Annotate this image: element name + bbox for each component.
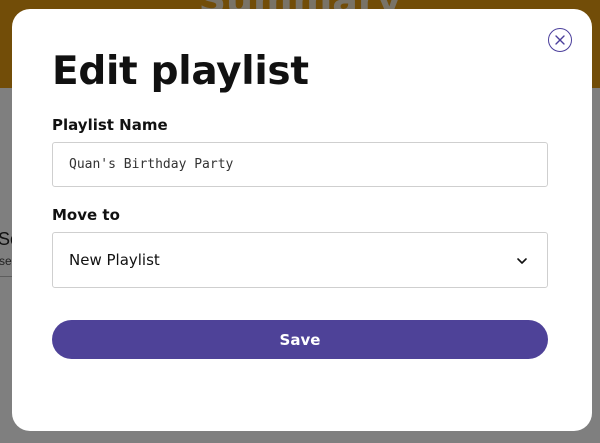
modal-title: Edit playlist [52, 49, 309, 94]
close-button[interactable] [548, 28, 572, 52]
edit-playlist-modal: Edit playlist Playlist Name Move to New … [12, 9, 592, 431]
close-icon [555, 35, 565, 45]
chevron-down-icon [517, 258, 527, 264]
save-button[interactable]: Save [52, 320, 548, 359]
playlist-name-input[interactable] [52, 142, 548, 187]
move-to-label: Move to [52, 206, 120, 224]
move-to-select[interactable]: New Playlist [52, 232, 548, 288]
playlist-name-label: Playlist Name [52, 116, 168, 134]
move-to-selected-value: New Playlist [69, 251, 160, 269]
